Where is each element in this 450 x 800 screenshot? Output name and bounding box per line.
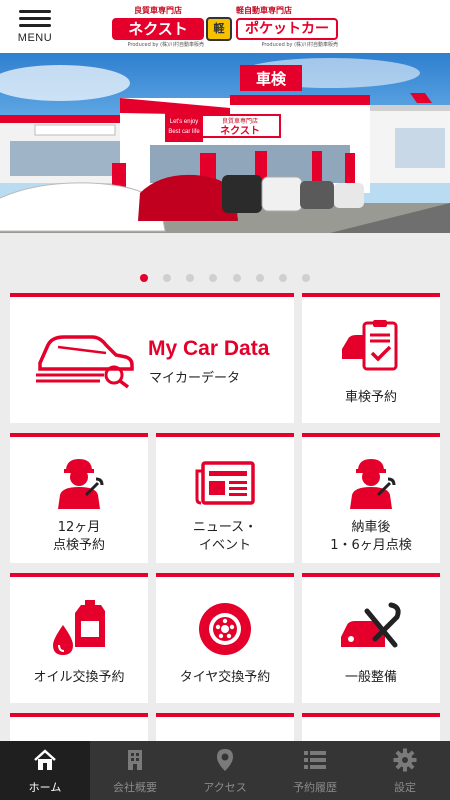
carousel-dot[interactable] xyxy=(186,274,195,282)
hamburger-icon xyxy=(12,10,58,27)
carousel-dot[interactable] xyxy=(163,274,172,282)
pocketcar-logo-sub: 軽自動車専門店 xyxy=(236,6,292,15)
hero-slogan-2: Best car life xyxy=(168,129,200,135)
after-delivery-inspection-tile[interactable]: 納車後 1・6ヶ月点検 xyxy=(302,433,440,563)
general-maintenance-tile[interactable]: 一般整備 xyxy=(302,573,440,703)
carousel-indicators xyxy=(0,267,450,282)
after-delivery-inspection-label: 納車後 1・6ヶ月点検 xyxy=(330,520,412,553)
hero-slogan-1: Let's enjoy xyxy=(170,119,199,125)
carousel-dot[interactable] xyxy=(278,274,287,282)
oil-change-label: オイル交換予約 xyxy=(33,670,125,685)
building-icon xyxy=(128,750,142,770)
storefront-image: 車検 良質車専門店 ネクスト Let's enjoy Best car life xyxy=(0,58,450,233)
mechanic-icon xyxy=(350,459,396,509)
tab-reservation-history[interactable]: 予約履歴 xyxy=(270,741,360,800)
pocketcar-logo-name: ポケットカー xyxy=(236,18,338,40)
general-maintenance-label: 一般整備 xyxy=(344,670,397,685)
map-pin-icon xyxy=(217,749,233,771)
oil-change-tile[interactable]: オイル交換予約 xyxy=(10,573,148,703)
my-car-data-title: My Car Data xyxy=(148,337,270,360)
tab-access[interactable]: アクセス xyxy=(180,741,270,800)
hero-sign-store: ネクスト xyxy=(220,125,260,137)
inspection-clipboard-icon xyxy=(342,320,398,371)
home-icon xyxy=(34,749,56,770)
shaken-reservation-label: 車検予約 xyxy=(344,390,397,405)
carousel-dot[interactable] xyxy=(301,274,310,282)
tab-home[interactable]: ホーム xyxy=(0,741,90,800)
carousel-dot[interactable] xyxy=(232,274,241,282)
tab-company-label: 会社概要 xyxy=(113,781,157,794)
inspection-12m-label: 12ヶ月 点検予約 xyxy=(52,520,105,553)
pocketcar-logo-credit: Produced by (株)川村自動車販売 xyxy=(261,42,339,48)
tab-settings[interactable]: 設定 xyxy=(360,741,450,800)
mechanic-icon xyxy=(58,459,104,509)
app-header: MENU 良質車専門店 ネクスト Produced by (株)川村自動車販売 … xyxy=(0,0,450,53)
tab-reservation-history-label: 予約履歴 xyxy=(293,781,337,794)
menu-label: MENU xyxy=(17,32,53,44)
gear-icon xyxy=(393,748,417,772)
news-events-label: ニュース・ イベント xyxy=(192,520,258,553)
hero-sign-store-prefix: 良質車専門店 xyxy=(222,117,258,125)
tire-icon xyxy=(199,603,251,655)
next-logo-sub: 良質車専門店 xyxy=(134,6,182,15)
inspection-12m-tile[interactable]: 12ヶ月 点検予約 xyxy=(10,433,148,563)
carousel-dot[interactable] xyxy=(209,274,218,282)
tab-company[interactable]: 会社概要 xyxy=(90,741,180,800)
my-car-data-subtitle: マイカーデータ xyxy=(149,371,241,386)
tab-home-label: ホーム xyxy=(28,781,62,794)
pocketcar-logo[interactable]: 軽 軽自動車専門店 ポケットカー Produced by (株)川村自動車販売 xyxy=(204,5,338,49)
tire-change-label: タイヤ交換予約 xyxy=(179,670,271,685)
pocketcar-badge: 軽 xyxy=(206,17,232,41)
carousel-dot[interactable] xyxy=(255,274,264,282)
menu-button[interactable]: MENU xyxy=(12,6,58,50)
car-search-icon xyxy=(36,335,134,389)
shaken-reservation-tile[interactable]: 車検予約 xyxy=(302,293,440,423)
car-repair-icon xyxy=(341,602,401,648)
newspaper-icon xyxy=(195,461,255,505)
tab-settings-label: 設定 xyxy=(394,781,416,794)
carousel-dot[interactable] xyxy=(140,274,149,282)
bottom-tab-bar: ホーム 会社概要 アクセス 予約履歴 設定 xyxy=(0,741,450,800)
next-logo-name: ネクスト xyxy=(112,18,204,40)
hero-sign-shaken: 車検 xyxy=(256,70,287,88)
next-logo-credit: Produced by (株)川村自動車販売 xyxy=(127,42,205,48)
tab-access-label: アクセス xyxy=(203,781,247,794)
tire-change-tile[interactable]: タイヤ交換予約 xyxy=(156,573,294,703)
my-car-data-tile[interactable]: My Car Data マイカーデータ xyxy=(10,293,294,423)
oil-can-icon xyxy=(53,600,105,655)
news-events-tile[interactable]: ニュース・ イベント xyxy=(156,433,294,563)
hero-banner[interactable]: 車検 良質車専門店 ネクスト Let's enjoy Best car life xyxy=(0,53,450,233)
next-logo[interactable]: 良質車専門店 ネクスト Produced by (株)川村自動車販売 xyxy=(112,5,204,49)
list-icon xyxy=(304,751,326,769)
